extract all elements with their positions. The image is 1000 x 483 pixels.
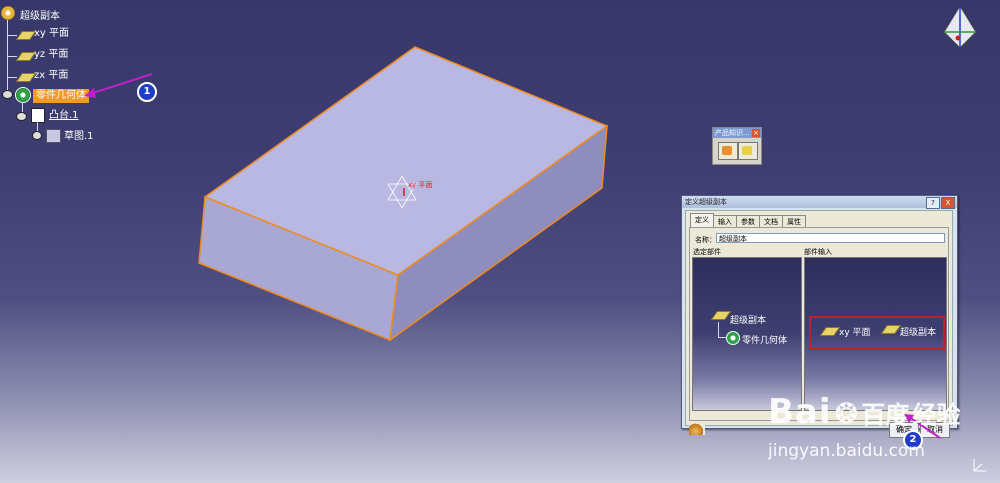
selected-components-pane[interactable]: 超级副本 零件几何体: [692, 257, 802, 411]
left-tree-parent[interactable]: 超级副本: [730, 313, 766, 326]
powercopy-icon[interactable]: [738, 142, 758, 160]
callout-1: 1: [137, 82, 157, 102]
root-gear-icon[interactable]: [1, 6, 15, 20]
tree-item-zx-plane[interactable]: zx 平面: [34, 69, 68, 83]
dialog-help-button[interactable]: ?: [926, 197, 940, 209]
component-inputs-pane[interactable]: xy 平面 超级副本: [804, 257, 947, 411]
tree-root-label[interactable]: 超级副本: [20, 7, 60, 22]
preview-icon[interactable]: [689, 423, 705, 435]
collapse-toggle-icon[interactable]: [2, 90, 13, 99]
body-gear-icon: [726, 331, 740, 345]
tree-item-sketch[interactable]: 草图.1: [64, 130, 94, 144]
collapse-toggle-pad-icon[interactable]: [16, 112, 27, 121]
toolbar-close-icon[interactable]: ×: [752, 129, 760, 137]
tree-item-pad[interactable]: 凸台.1: [49, 109, 79, 123]
plane-tag-label: xy 平面: [408, 181, 433, 189]
name-label: 名称：: [695, 236, 716, 244]
left-tree-child[interactable]: 零件几何体: [742, 333, 787, 346]
powercopy-icon: [710, 311, 732, 320]
input-item-xy-plane[interactable]: xy 平面: [839, 325, 871, 338]
product-knowledge-toolbar: 产品知识... ×: [712, 127, 762, 165]
watermark-url: jingyan.baidu.com: [768, 441, 925, 461]
pad-icon: [31, 108, 45, 123]
watermark-brand-jingyan: 经验: [912, 401, 961, 429]
watermark-paw-icon: ❂: [834, 397, 859, 430]
name-input[interactable]: 超级副本: [716, 233, 945, 243]
sketch-icon: [46, 129, 61, 143]
part-3d-viewport[interactable]: [190, 40, 620, 350]
instantiate-icon[interactable]: [718, 142, 738, 160]
watermark-brand-du: 百度: [861, 401, 910, 429]
tree-item-xy-plane[interactable]: xy 平面: [34, 27, 69, 41]
toolbar-title: 产品知识... ×: [713, 128, 761, 138]
input-item-powercopy[interactable]: 超级副本: [900, 325, 936, 338]
expand-toggle-sketch-icon[interactable]: [32, 131, 42, 140]
tree-item-yz-plane[interactable]: yz 平面: [34, 48, 68, 62]
dialog-close-button[interactable]: X: [941, 197, 955, 209]
selected-components-header: 选定部件: [693, 248, 721, 256]
tab-definition[interactable]: 定义: [690, 213, 714, 228]
component-inputs-header: 部件输入: [804, 248, 832, 256]
dialog-titlebar: 定义超级副本 ? X: [682, 196, 957, 209]
baidu-watermark: Bai ❂ 百度 经验: [768, 392, 961, 432]
body-gear-icon: [15, 87, 31, 103]
compass-icon[interactable]: [940, 2, 980, 52]
watermark-brand: Bai: [768, 392, 832, 432]
axis-triad-icon: [973, 459, 986, 472]
